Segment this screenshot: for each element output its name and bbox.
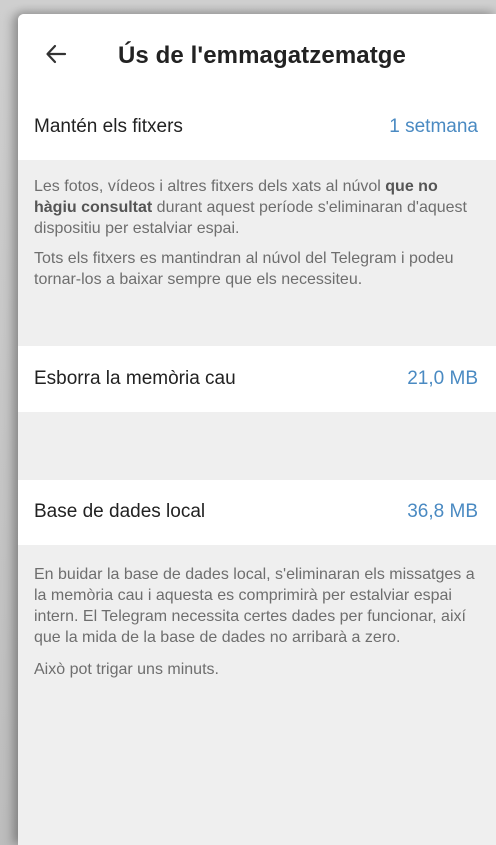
arrow-left-icon [45,43,67,70]
keep-files-label: Mantén els fitxers [34,116,183,137]
screenshot-frame: Ús de l'emmagatzematge Mantén els fitxer… [0,0,496,845]
local-database-label: Base de dades local [34,501,206,522]
local-database-row[interactable]: Base de dades local 36,8 MB [18,480,496,545]
local-database-value: 36,8 MB [407,501,478,522]
keep-info-text-start: Les fotos, vídeos i altres fitxers dels … [34,178,386,195]
keep-files-value: 1 setmana [389,116,478,137]
back-button[interactable] [36,36,76,76]
clear-cache-row[interactable]: Esborra la memòria cau 21,0 MB [18,346,496,412]
clear-cache-label: Esborra la memòria cau [34,368,236,389]
keep-files-info-paragraph-1: Les fotos, vídeos i altres fitxers dels … [34,176,484,239]
db-info-paragraph-2: Això pot trigar uns minuts. [34,661,219,678]
page-title: Ús de l'emmagatzematge [118,42,407,69]
clear-cache-value: 21,0 MB [407,368,478,389]
local-database-description: En buidar la base de dades local, s'elim… [34,564,484,680]
db-info-paragraph-1: En buidar la base de dades local, s'elim… [34,566,475,646]
keep-files-row[interactable]: Mantén els fitxers 1 setmana [18,98,496,160]
keep-files-description: Les fotos, vídeos i altres fitxers dels … [34,176,484,290]
app-screen: Ús de l'emmagatzematge Mantén els fitxer… [18,14,496,845]
top-app-bar: Ús de l'emmagatzematge [18,14,496,99]
keep-files-info-paragraph-2: Tots els fitxers es mantindran al núvol … [34,250,454,288]
